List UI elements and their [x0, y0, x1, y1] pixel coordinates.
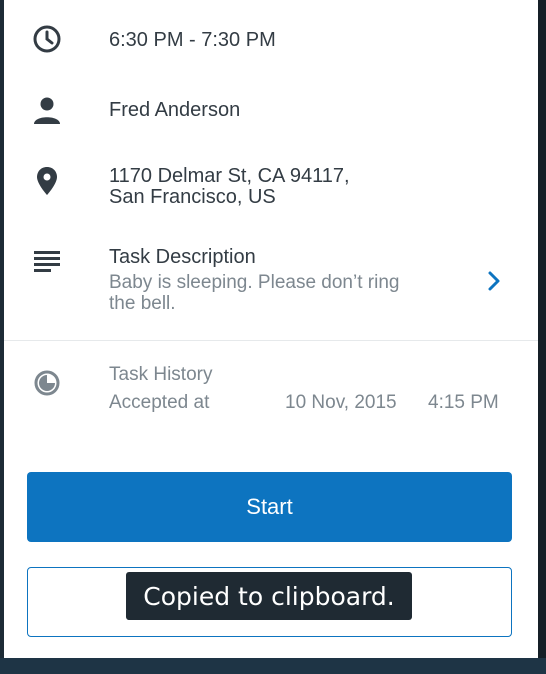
task-description-title: Task Description [109, 246, 256, 268]
task-history-title: Task History [109, 364, 213, 385]
chevron-right-icon[interactable] [482, 268, 506, 294]
history-label: Accepted at [109, 392, 210, 413]
task-description-line-1: Baby is sleeping. Please don’t ring [109, 272, 400, 293]
task-detail-card: 6:30 PM - 7:30 PM Fred Anderson 1170 Del… [4, 0, 538, 658]
section-divider [4, 340, 538, 341]
address-line-2: San Francisco, US [109, 186, 276, 208]
time-range: 6:30 PM - 7:30 PM [109, 29, 276, 51]
notes-icon [30, 244, 64, 278]
address-line-1: 1170 Delmar St, CA 94117, [109, 165, 350, 187]
bottom-bar [0, 658, 546, 674]
person-icon [30, 94, 64, 128]
customer-name: Fred Anderson [109, 99, 241, 121]
clipboard-toast: Copied to clipboard. [126, 572, 412, 620]
location-pin-icon [30, 164, 64, 198]
task-description-line-2: the bell. [109, 293, 176, 314]
history-time: 4:15 PM [428, 392, 499, 413]
history-date: 10 Nov, 2015 [285, 392, 397, 413]
clock-icon [30, 22, 64, 56]
start-button[interactable]: Start [27, 472, 512, 542]
window-edge [538, 0, 546, 658]
history-icon [30, 366, 64, 400]
